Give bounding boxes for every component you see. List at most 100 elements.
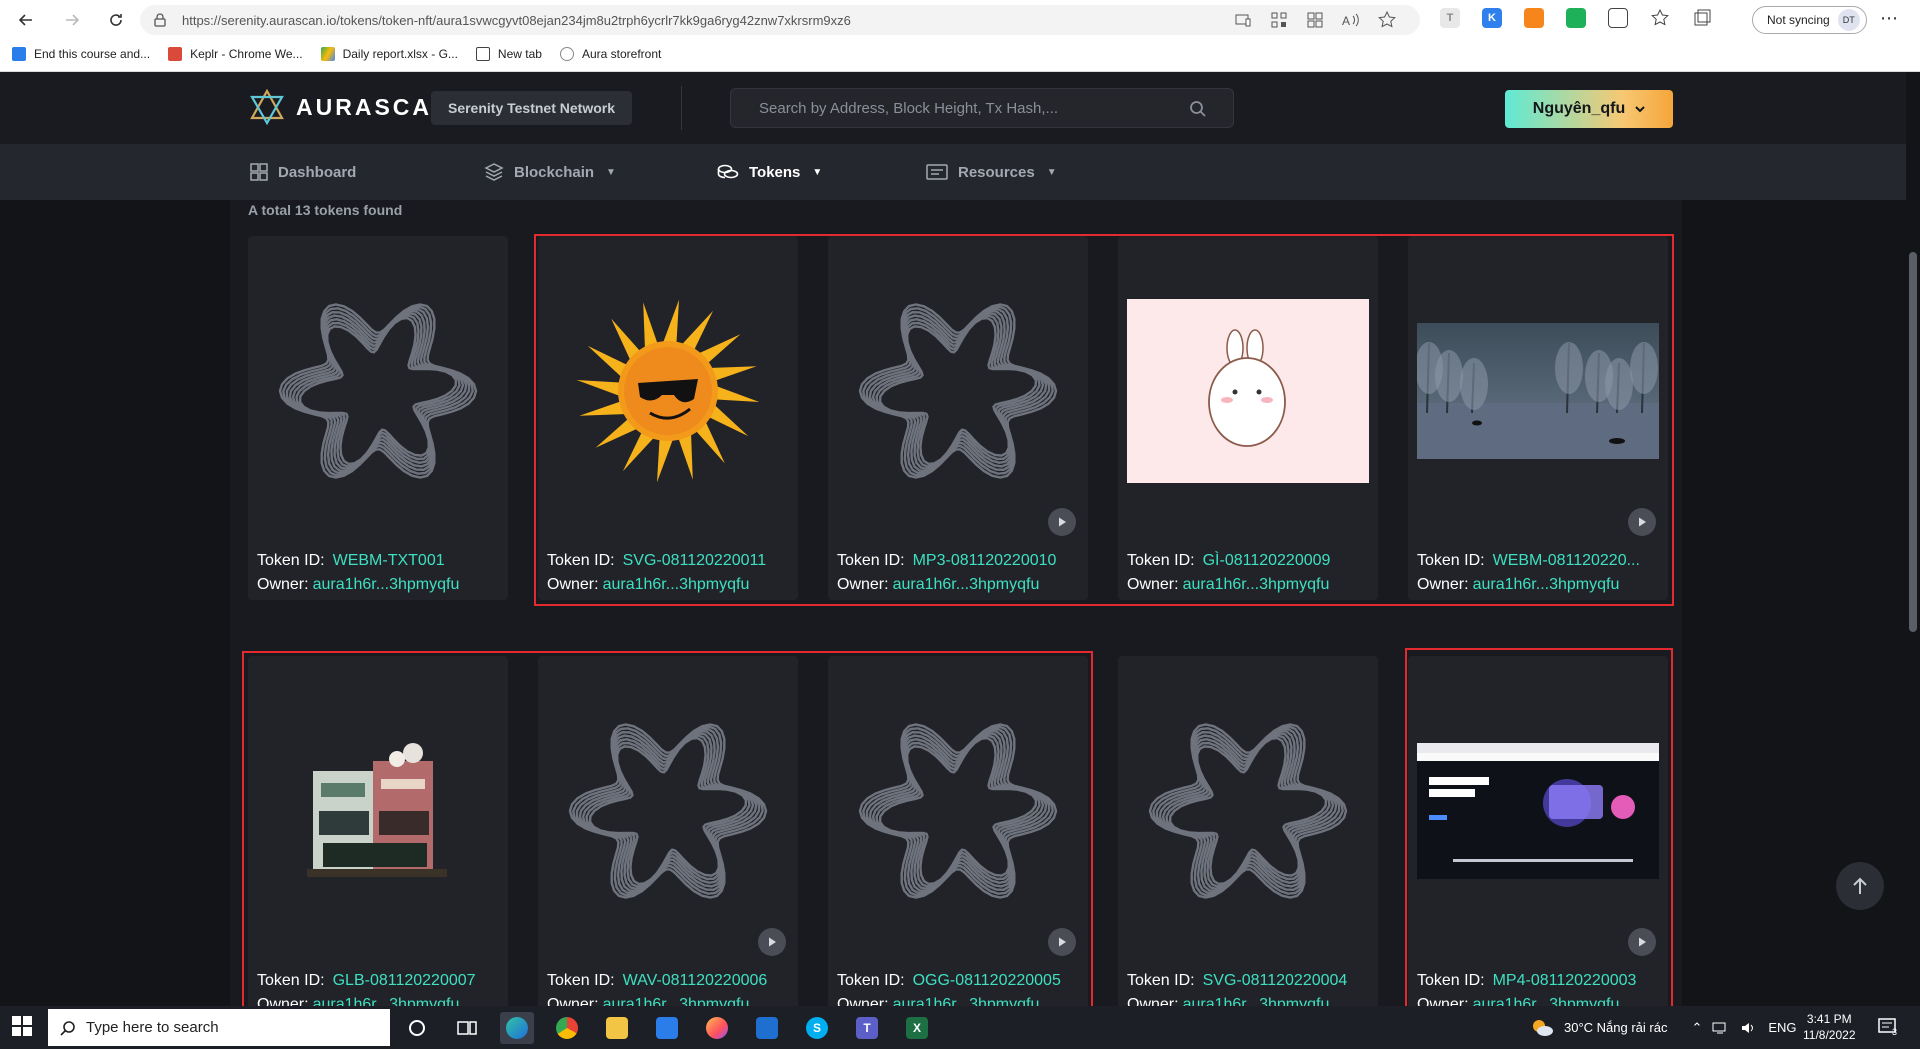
search-icon[interactable] (1189, 100, 1207, 123)
taskbar-search[interactable]: Type here to search (48, 1009, 390, 1046)
bookmark-item[interactable]: Keplr - Chrome We... (168, 47, 303, 61)
nav-dashboard[interactable]: Dashboard (250, 144, 356, 200)
token-card[interactable]: Token ID: WAV-081120220006 Owner: aura1h6r.… (538, 656, 798, 1006)
ext-k-icon[interactable]: K (1482, 8, 1502, 28)
token-card[interactable]: Token ID: WEBM-081120220... Owner: aura1h6r… (1408, 236, 1668, 600)
token-card[interactable]: Token ID: SVG-081120220004 Owner: aura1h6r.… (1118, 656, 1378, 1006)
task-view-icon[interactable] (450, 1012, 484, 1044)
token-id-value[interactable]: GÌ-081120220009 (1203, 552, 1331, 569)
token-card[interactable]: Token ID: GLB-081120220007 Owner: aura1h6r.… (248, 656, 508, 1006)
total-tokens-text: A total 13 tokens found (248, 202, 403, 218)
token-id-value[interactable]: MP4-081120220003 (1493, 972, 1637, 989)
address-bar[interactable]: https://serenity.aurascan.io/tokens/toke… (140, 5, 1420, 35)
cortana-icon[interactable] (400, 1012, 434, 1044)
bookmarks-bar: End this course and... Keplr - Chrome We… (12, 44, 661, 64)
owner-address-link[interactable]: aura1h6r...3hpmyqfu (1183, 996, 1330, 1006)
bookmark-item[interactable]: New tab (475, 47, 542, 61)
snow-image (1408, 236, 1668, 546)
bookmark-item[interactable]: Aura storefront (559, 47, 661, 61)
language-indicator[interactable]: ENG (1768, 1020, 1796, 1035)
firefox-icon[interactable] (700, 1012, 734, 1044)
owner-address-link[interactable]: aura1h6r...3hpmyqfu (893, 576, 1040, 593)
token-id-value[interactable]: SVG-081120220004 (1203, 972, 1348, 989)
more-menu-icon[interactable]: ⋯ (1880, 8, 1899, 29)
owner-label: Owner: (1417, 576, 1469, 593)
qr-code-icon[interactable] (1270, 11, 1288, 29)
notifications-icon[interactable]: 3 (1878, 1018, 1900, 1043)
owner-address-link[interactable]: aura1h6r...3hpmyqfu (1183, 576, 1330, 593)
owner-address-link[interactable]: aura1h6r...3hpmyqfu (1473, 996, 1620, 1006)
bookmark-item[interactable]: End this course and... (12, 47, 150, 61)
play-icon[interactable] (1628, 928, 1656, 956)
play-icon[interactable] (1048, 508, 1076, 536)
token-id: Token ID: WEBM-081120220... (1417, 552, 1640, 570)
token-card[interactable]: Token ID: SVG-081120220011 Owner: aura1h6r.… (538, 236, 798, 600)
ext-t-icon[interactable]: T (1440, 8, 1460, 28)
page-scrollbar[interactable] (1906, 72, 1920, 1006)
owner-address-link[interactable]: aura1h6r...3hpmyqfu (313, 996, 460, 1006)
token-id-value[interactable]: WEBM-TXT001 (333, 552, 445, 569)
mail-icon[interactable] (750, 1012, 784, 1044)
owner-address-link[interactable]: aura1h6r...3hpmyqfu (313, 576, 460, 593)
excel-icon[interactable]: X (900, 1012, 934, 1044)
chevron-up-icon[interactable]: ⌃ (1691, 1020, 1702, 1036)
network-icon[interactable] (1712, 1021, 1730, 1035)
aurascan-logo[interactable]: AURASCAN (248, 88, 452, 126)
scrollbar-thumb[interactable] (1909, 252, 1917, 632)
back-icon[interactable] (12, 8, 40, 32)
token-card[interactable]: Token ID: GÌ-081120220009 Owner: aura1h6r..… (1118, 236, 1378, 600)
owner-address-link[interactable]: aura1h6r...3hpmyqfu (603, 576, 750, 593)
play-icon[interactable] (1048, 928, 1076, 956)
metamask-icon[interactable] (1524, 8, 1544, 28)
read-aloud-icon[interactable]: A (1342, 11, 1360, 29)
extensions-puzzle-icon[interactable] (1608, 8, 1628, 28)
file-explorer-icon[interactable] (600, 1012, 634, 1044)
install-app-icon[interactable] (1234, 11, 1252, 29)
nav-blockchain[interactable]: Blockchain ▼ (484, 144, 616, 200)
favorites-star-icon[interactable] (1650, 8, 1670, 28)
token-id-value[interactable]: GLB-081120220007 (333, 972, 476, 989)
token-card[interactable]: Token ID: MP4-081120220003 Owner: aura1h6r.… (1408, 656, 1668, 1006)
owner-address-link[interactable]: aura1h6r...3hpmyqfu (603, 996, 750, 1006)
token-card[interactable]: Token ID: OGG-081120220005 Owner: aura1h6r.… (828, 656, 1088, 1006)
nav-resources[interactable]: Resources ▼ (926, 144, 1057, 200)
token-owner: Owner: aura1h6r...3hpmyqfu (1127, 576, 1329, 594)
scroll-to-top-button[interactable] (1836, 862, 1884, 910)
play-icon[interactable] (1628, 508, 1656, 536)
bookmark-item[interactable]: Daily report.xlsx - G... (320, 47, 458, 61)
ext-green-icon[interactable] (1566, 8, 1586, 28)
token-id-value[interactable]: SVG-081120220011 (623, 552, 767, 569)
token-id-value[interactable]: MP3-081120220010 (913, 552, 1057, 569)
collections-icon[interactable] (1692, 8, 1712, 28)
store-icon[interactable] (650, 1012, 684, 1044)
favorite-icon[interactable] (1378, 11, 1396, 29)
chrome-icon[interactable] (550, 1012, 584, 1044)
owner-address-link[interactable]: aura1h6r...3hpmyqfu (1473, 576, 1620, 593)
apps-icon[interactable] (1306, 11, 1324, 29)
volume-icon[interactable] (1740, 1021, 1758, 1035)
forward-icon[interactable] (58, 8, 86, 32)
screen: https://serenity.aurascan.io/tokens/toke… (0, 0, 1920, 1049)
token-card[interactable]: Token ID: MP3-081120220010 Owner: aura1h6r.… (828, 236, 1088, 600)
token-id-value[interactable]: OGG-081120220005 (913, 972, 1061, 989)
token-id-value[interactable]: WEBM-081120220... (1493, 552, 1640, 569)
clock-date: 11/8/2022 (1803, 1028, 1856, 1042)
play-icon[interactable] (758, 928, 786, 956)
owner-address-link[interactable]: aura1h6r...3hpmyqfu (893, 996, 1040, 1006)
search-input[interactable] (759, 99, 1179, 117)
windows-start-icon[interactable] (12, 1016, 32, 1041)
refresh-icon[interactable] (102, 8, 130, 32)
skype-icon[interactable]: S (800, 1012, 834, 1044)
search-box[interactable] (730, 88, 1234, 128)
edge-icon[interactable] (500, 1012, 534, 1044)
clock[interactable]: 3:41 PM 11/8/2022 (1803, 1011, 1856, 1043)
user-menu-button[interactable]: Nguyên_qfu (1505, 90, 1673, 128)
extensions: T K (1440, 8, 1712, 28)
token-id: Token ID: WAV-081120220006 (547, 972, 767, 990)
bunny-image (1118, 236, 1378, 546)
token-id-value[interactable]: WAV-081120220006 (623, 972, 768, 989)
nav-tokens[interactable]: Tokens ▼ (717, 144, 822, 200)
token-card[interactable]: Token ID: WEBM-TXT001 Owner: aura1h6r...3hp… (248, 236, 508, 600)
teams-icon[interactable]: T (850, 1012, 884, 1044)
sync-status-button[interactable]: Not syncing DT (1752, 6, 1867, 34)
